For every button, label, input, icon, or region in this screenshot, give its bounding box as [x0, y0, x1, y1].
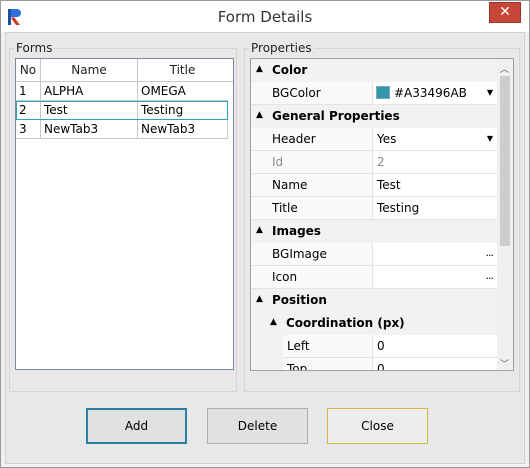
collapse-triangle-icon[interactable]: ▲ [256, 294, 263, 304]
dropdown-arrow-icon[interactable]: ▼ [487, 134, 493, 143]
cell-name: Test [41, 101, 138, 119]
scrollbar-thumb[interactable] [500, 76, 510, 246]
property-name: Left [287, 339, 310, 353]
property-value: Yes [377, 132, 397, 146]
cell-no: 2 [16, 101, 41, 119]
category-label: Coordination (px) [286, 316, 405, 330]
forms-grid-header: No Name Title [16, 59, 233, 82]
property-name-field[interactable]: Name Test [251, 174, 497, 197]
property-bgimage[interactable]: BGImage ... [251, 243, 497, 266]
property-value: 0 [377, 362, 385, 371]
dialog-body: Forms No Name Title 1 ALPHA OMEGA 2 Test… [5, 32, 525, 464]
property-left[interactable]: Left 0 [251, 335, 497, 358]
form-details-window: Form Details ✕ Forms No Name Title 1 ALP… [0, 0, 530, 468]
color-swatch-icon [376, 86, 390, 99]
property-header[interactable]: Header Yes ▼ [251, 128, 497, 151]
property-value: 0 [377, 339, 385, 353]
property-title[interactable]: Title Testing [251, 197, 497, 220]
properties-group-label: Properties [249, 41, 314, 55]
window-close-button[interactable]: ✕ [489, 2, 521, 23]
browse-ellipsis-button[interactable]: ... [486, 269, 494, 282]
window-title: Form Details [217, 8, 313, 26]
collapse-triangle-icon[interactable]: ▲ [256, 110, 263, 120]
property-name: BGImage [272, 247, 327, 261]
property-value: 2 [377, 155, 385, 169]
forms-group: Forms No Name Title 1 ALPHA OMEGA 2 Test… [9, 41, 237, 392]
category-label: Images [272, 224, 321, 238]
property-name: Header [272, 132, 316, 146]
property-name: Icon [272, 270, 298, 284]
property-bgcolor[interactable]: BGColor #A33496AB ▼ [251, 82, 497, 105]
cell-no: 1 [16, 82, 41, 100]
vertical-scrollbar[interactable]: ︿ ﹀ [497, 59, 513, 370]
category-color[interactable]: ▲ Color [251, 59, 497, 82]
property-value: Test [377, 178, 401, 192]
collapse-triangle-icon[interactable]: ▲ [270, 317, 277, 327]
cell-name: NewTab3 [41, 120, 138, 138]
property-name: Title [272, 201, 298, 215]
column-header-name[interactable]: Name [41, 59, 138, 81]
property-grid[interactable]: ▲ Color BGColor #A33496AB ▼ ▲ General Pr… [250, 58, 514, 371]
property-icon[interactable]: Icon ... [251, 266, 497, 289]
property-top[interactable]: Top 0 [251, 358, 497, 371]
property-id: Id 2 [251, 151, 497, 174]
property-name: BGColor [272, 86, 321, 100]
properties-group: Properties ▲ Color BGColor #A33496AB ▼ ▲… [244, 41, 520, 392]
browse-ellipsis-button[interactable]: ... [486, 246, 494, 259]
title-bar[interactable]: Form Details ✕ [1, 1, 529, 32]
cell-name: ALPHA [41, 82, 138, 100]
category-coordination[interactable]: ▲ Coordination (px) [251, 312, 497, 335]
category-general-properties[interactable]: ▲ General Properties [251, 105, 497, 128]
category-label: Position [272, 293, 327, 307]
property-name: Id [272, 155, 284, 169]
property-value: #A33496AB [394, 86, 467, 100]
cell-no: 3 [16, 120, 41, 138]
forms-group-label: Forms [14, 41, 55, 55]
column-header-no[interactable]: No [16, 59, 41, 81]
cell-title: Testing [141, 103, 184, 117]
category-position[interactable]: ▲ Position [251, 289, 497, 312]
property-value: Testing [377, 201, 420, 215]
property-name: Name [272, 178, 308, 192]
collapse-triangle-icon[interactable]: ▲ [256, 225, 263, 235]
scroll-down-icon[interactable]: ﹀ [500, 357, 509, 370]
cell-title: NewTab3 [141, 122, 196, 136]
cell-title: OMEGA [141, 84, 186, 98]
category-label: Color [272, 63, 308, 77]
add-button[interactable]: Add [86, 408, 187, 444]
dropdown-arrow-icon[interactable]: ▼ [487, 88, 493, 97]
table-row[interactable]: 1 ALPHA OMEGA [16, 82, 228, 101]
forms-grid[interactable]: No Name Title 1 ALPHA OMEGA 2 Test Testi… [15, 58, 234, 370]
close-button[interactable]: Close [327, 408, 428, 444]
scroll-up-icon[interactable]: ︿ [500, 62, 509, 75]
delete-button[interactable]: Delete [207, 408, 308, 444]
property-name: Top [287, 362, 308, 371]
column-header-title[interactable]: Title [138, 59, 227, 81]
table-row[interactable]: 3 NewTab3 NewTab3 [16, 120, 228, 139]
category-label: General Properties [272, 109, 400, 123]
collapse-triangle-icon[interactable]: ▲ [256, 64, 263, 74]
table-row-selected[interactable]: 2 Test Testing [16, 101, 228, 120]
category-images[interactable]: ▲ Images [251, 220, 497, 243]
